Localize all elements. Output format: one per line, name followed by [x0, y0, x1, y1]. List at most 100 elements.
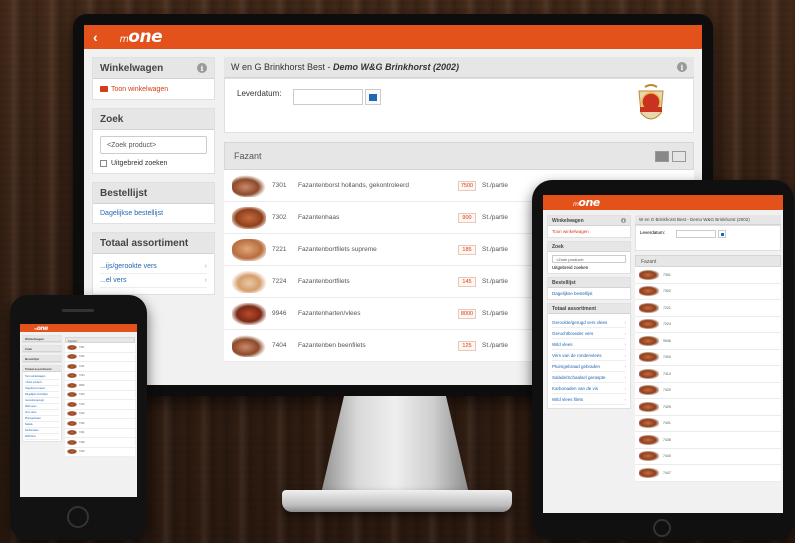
product-image: [639, 368, 659, 379]
product-row[interactable]: 7438: [65, 438, 135, 448]
assortment-item[interactable]: Vers van de rondenvlees ›: [552, 350, 626, 361]
assortment-item-label: Karbonaden van de vis: [552, 385, 599, 391]
back-button[interactable]: ‹: [93, 29, 98, 45]
product-row[interactable]: 9946: [65, 381, 135, 391]
assortment-item[interactable]: Karbonaden van de vis ›: [552, 383, 626, 394]
phone-device: mone Winkelwagen Zoek Bestellijst Totaal…: [10, 295, 147, 540]
product-image: [639, 401, 659, 412]
product-name: Fazantenborst hollands, gekontroleerd: [298, 182, 409, 189]
product-row[interactable]: 9946: [635, 333, 781, 350]
product-image: [639, 352, 659, 363]
extended-search-label[interactable]: Uitgebreid zoeken: [552, 265, 626, 270]
product-price-input[interactable]: 900: [458, 212, 476, 223]
daily-orderlist-link[interactable]: Dagelijkse bestellijst: [548, 288, 630, 299]
info-icon[interactable]: i: [197, 63, 207, 73]
assortment-item[interactable]: Geruchtbroeder vers ›: [552, 328, 626, 339]
assortment-item[interactable]: Pluimgebraad gebraden ›: [552, 361, 626, 372]
list-view-icon[interactable]: [655, 150, 669, 162]
chevron-right-icon: ›: [624, 341, 627, 347]
assortment-item[interactable]: Wild vlees filets ›: [552, 394, 626, 405]
product-row[interactable]: 7425: [65, 419, 135, 429]
product-code: 7425: [663, 404, 671, 409]
calendar-icon[interactable]: [718, 230, 726, 238]
product-row[interactable]: 7301: [65, 343, 135, 353]
product-row[interactable]: 7425: [635, 399, 781, 416]
chevron-right-icon: ›: [624, 319, 627, 325]
product-row[interactable]: 7438: [635, 432, 781, 449]
assortment-item[interactable]: Gerookte/gerugd vers vlees ›: [552, 317, 626, 328]
product-unit: St./partie: [482, 182, 509, 189]
product-row[interactable]: 7224: [65, 371, 135, 381]
product-row[interactable]: 7420: [65, 409, 135, 419]
product-price-input[interactable]: 185: [458, 244, 476, 255]
product-row[interactable]: 7431: [635, 415, 781, 432]
product-code: 7420: [79, 412, 85, 416]
product-row[interactable]: 7404: [65, 390, 135, 400]
product-row[interactable]: 7221: [635, 300, 781, 317]
search-title: Zoek: [100, 113, 124, 125]
product-image: [639, 335, 659, 346]
assortment-item[interactable]: ...ijs/gerookte vers ›: [100, 260, 207, 274]
product-row[interactable]: 7440: [635, 448, 781, 465]
product-row[interactable]: 7302: [65, 352, 135, 362]
calendar-icon[interactable]: [365, 89, 381, 105]
show-cart-link[interactable]: Toon winkelwagen: [548, 226, 630, 237]
product-code: 7301: [79, 345, 85, 349]
search-input[interactable]: <Zoek product>: [100, 136, 207, 154]
search-input[interactable]: <Zoek product>: [552, 255, 626, 263]
mone-logo[interactable]: mone: [120, 27, 163, 47]
product-row[interactable]: 7410: [635, 366, 781, 383]
product-price-input[interactable]: 125: [458, 340, 476, 351]
product-row[interactable]: 7221: [65, 362, 135, 372]
product-row[interactable]: 7440: [65, 447, 135, 457]
show-cart-link[interactable]: Toon winkelwagen: [100, 86, 168, 93]
product-row[interactable]: 7224: [635, 316, 781, 333]
info-icon[interactable]: i: [621, 218, 626, 223]
product-image: [639, 451, 659, 462]
grid-view-icon[interactable]: [672, 150, 686, 162]
product-row[interactable]: 7410: [65, 400, 135, 410]
product-row[interactable]: 7301: [635, 267, 781, 284]
chevron-right-icon: ›: [624, 396, 627, 402]
product-price-input[interactable]: 8000: [458, 308, 476, 319]
product-row[interactable]: 7302: [635, 283, 781, 300]
product-code: 7425: [79, 421, 85, 425]
assortment-item-label: Wild vlees filets: [552, 396, 584, 402]
product-list: 7301 7302 7221 7224 9946 7404 7410 7420 7425 7431…: [635, 267, 781, 482]
assortment-item[interactable]: Salade/Schaalsel geraspte ›: [552, 372, 626, 383]
product-row[interactable]: 7447: [635, 465, 781, 482]
cart-title: Winkelwagen: [100, 62, 164, 74]
delivery-date-label: Leverdatum:: [237, 89, 282, 98]
product-image: [67, 420, 77, 426]
extended-search-checkbox[interactable]: [100, 160, 107, 167]
home-button[interactable]: [67, 506, 89, 528]
assortment-item[interactable]: Wild vlees ›: [552, 339, 626, 350]
product-code: 7431: [663, 421, 671, 426]
product-row[interactable]: 7404: [635, 349, 781, 366]
product-code: 7302: [272, 214, 287, 221]
product-unit: St./partie: [482, 246, 509, 253]
home-button[interactable]: [653, 519, 671, 537]
delivery-date-input[interactable]: [676, 230, 716, 238]
assortment-item-label: Pluimgebraad gebraden: [552, 363, 601, 369]
product-code: 7440: [79, 450, 85, 454]
sidebar-link[interactable]: Wild filets: [25, 434, 59, 440]
chevron-right-icon: ›: [624, 352, 627, 358]
delivery-date-input[interactable]: [293, 89, 363, 105]
product-row[interactable]: 7431: [65, 428, 135, 438]
product-image: [639, 418, 659, 429]
product-code: 9946: [79, 383, 85, 387]
product-price-input[interactable]: 7500: [458, 180, 476, 191]
product-row[interactable]: 7420: [635, 382, 781, 399]
mone-logo[interactable]: mone: [573, 196, 600, 209]
info-icon[interactable]: i: [677, 62, 687, 72]
daily-orderlist-link[interactable]: Dagelijkse bestellijst: [100, 210, 163, 217]
product-list: 7301 7302 7221 7224 9946 7404 7410 7420 7425 7431…: [65, 343, 135, 457]
mone-logo[interactable]: mone: [34, 325, 48, 332]
product-code: 7438: [663, 437, 671, 442]
assortment-item[interactable]: ...el vers ›: [100, 274, 207, 288]
product-price-input[interactable]: 145: [458, 276, 476, 287]
customer-header: W en G Brinkhorst Best - Demo W&G Brinkh…: [224, 57, 694, 78]
search-panel: Zoek <Zoek product> Uitgebreid zoeken: [92, 108, 215, 174]
main-content: W en G Brinkhorst Best - Demo W&G Brinkh…: [635, 215, 781, 482]
